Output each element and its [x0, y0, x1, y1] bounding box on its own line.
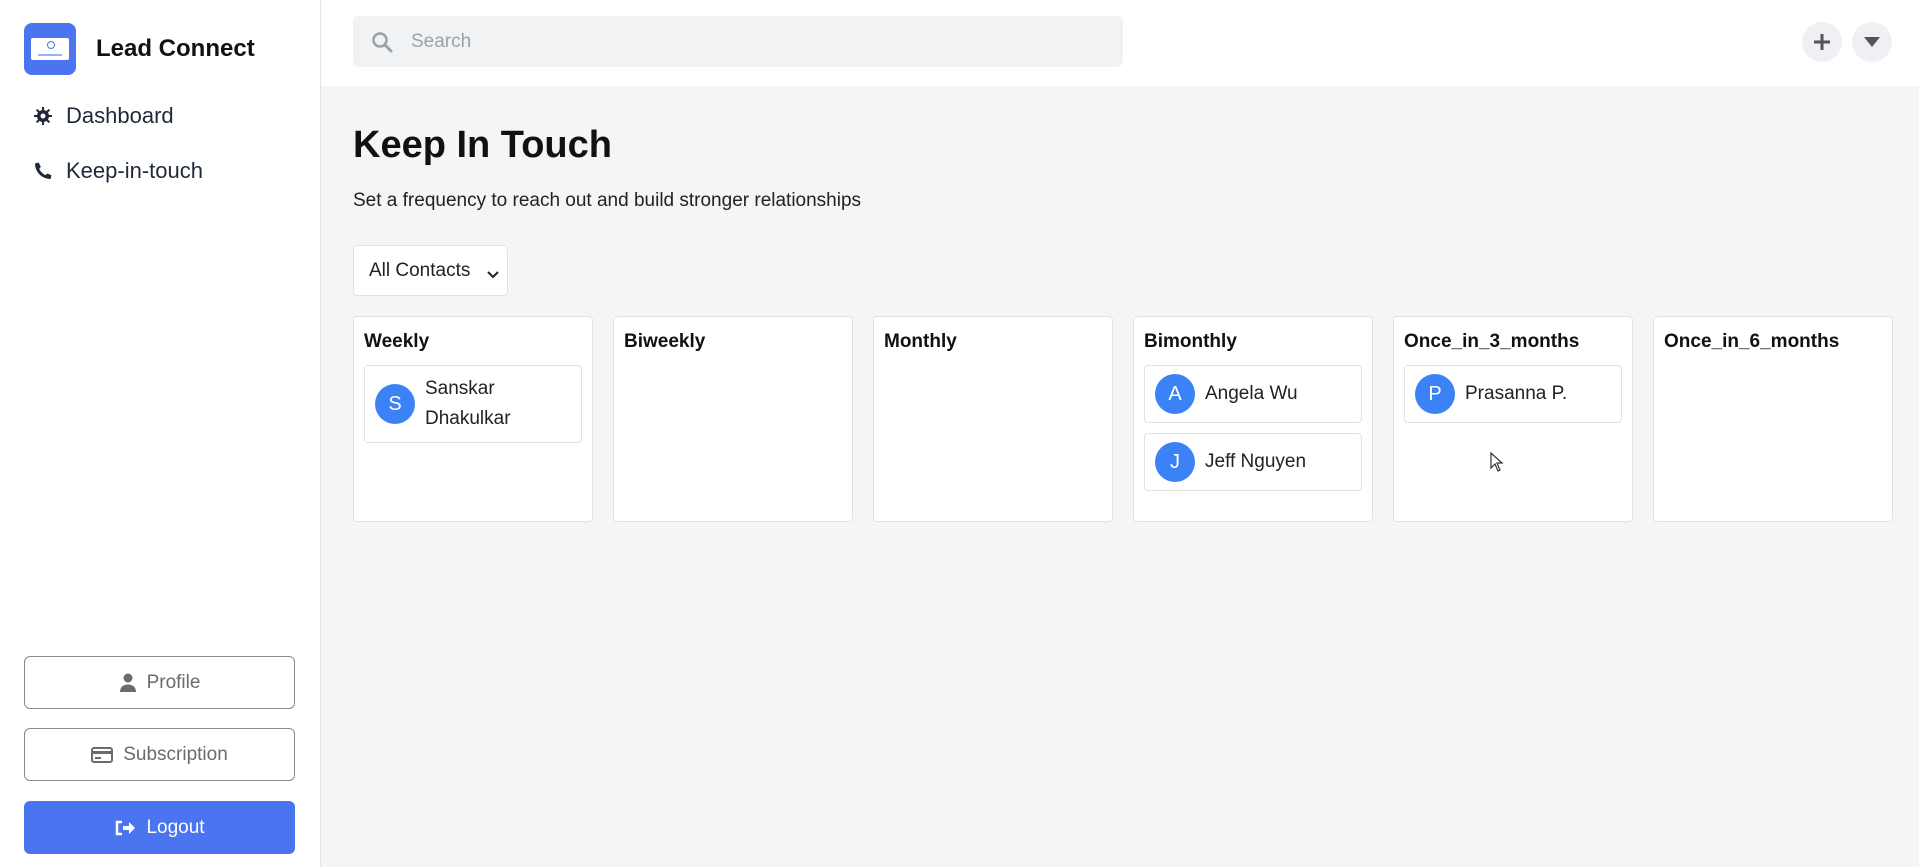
column-biweekly: Biweekly [613, 316, 853, 522]
avatar: A [1155, 374, 1195, 414]
sidebar-item-keep-in-touch[interactable]: Keep-in-touch [32, 155, 203, 187]
column-once-in-6-months: Once_in_6_months [1653, 316, 1893, 522]
contact-card[interactable]: S Sanskar Dhakulkar [364, 365, 582, 443]
contact-card[interactable]: A Angela Wu [1144, 365, 1362, 423]
column-weekly: Weekly S Sanskar Dhakulkar [353, 316, 593, 522]
mouse-pointer-icon [1490, 451, 1504, 477]
main-content: Keep In Touch Set a frequency to reach o… [321, 0, 1919, 867]
column-bimonthly: Bimonthly A Angela Wu J Jeff Nguyen [1133, 316, 1373, 522]
column-title: Once_in_3_months [1404, 331, 1580, 352]
chevron-down-icon [487, 264, 499, 286]
contact-name: Angela Wu [1205, 383, 1298, 404]
avatar: S [375, 384, 415, 424]
gear-icon [32, 105, 54, 127]
phone-icon [32, 160, 54, 182]
frequency-board: Weekly S Sanskar Dhakulkar Biweekly Mont… [353, 316, 1893, 522]
profile-label: Profile [146, 671, 201, 693]
contact-card[interactable]: P Prasanna P. [1404, 365, 1622, 423]
profile-button[interactable]: Profile [24, 656, 295, 709]
caret-down-icon [1864, 37, 1880, 47]
search-icon [371, 31, 393, 53]
column-title: Monthly [884, 331, 957, 352]
search-box[interactable] [353, 16, 1123, 67]
sidebar-item-label: Keep-in-touch [66, 158, 203, 183]
search-input[interactable] [411, 30, 1091, 53]
credit-card-icon [91, 746, 114, 763]
subscription-button[interactable]: Subscription [24, 728, 295, 781]
sidebar: Lead Connect Dashboard Keep-in-touch Pro… [0, 0, 321, 867]
sidebar-nav: Dashboard Keep-in-touch [32, 100, 203, 210]
sign-out-icon [114, 819, 136, 837]
page-subtitle: Set a frequency to reach out and build s… [353, 190, 862, 211]
user-icon [119, 673, 137, 693]
logo-icon [24, 23, 76, 75]
page-title: Keep In Touch [353, 124, 612, 166]
brand[interactable]: Lead Connect [24, 23, 255, 75]
contact-name: Jeff Nguyen [1205, 451, 1307, 472]
app-name: Lead Connect [96, 35, 255, 62]
contacts-filter-select[interactable]: All Contacts [353, 245, 508, 296]
filter-selected-value: All Contacts [369, 259, 471, 281]
avatar: J [1155, 442, 1195, 482]
contact-card[interactable]: J Jeff Nguyen [1144, 433, 1362, 491]
sidebar-item-dashboard[interactable]: Dashboard [32, 100, 203, 132]
avatar: P [1415, 374, 1455, 414]
column-title: Weekly [364, 331, 430, 352]
app-root: Lead Connect Dashboard Keep-in-touch Pro… [0, 0, 1919, 867]
column-title: Biweekly [624, 331, 706, 352]
sidebar-item-label: Dashboard [66, 103, 174, 128]
top-bar [321, 0, 1919, 86]
add-button[interactable] [1802, 22, 1842, 62]
contact-name: Sanskar Dhakulkar [425, 378, 511, 429]
logout-button[interactable]: Logout [24, 801, 295, 854]
contact-name: Prasanna P. [1465, 383, 1568, 404]
column-title: Once_in_6_months [1664, 331, 1840, 352]
column-monthly: Monthly [873, 316, 1113, 522]
column-title: Bimonthly [1144, 331, 1237, 352]
column-once-in-3-months: Once_in_3_months P Prasanna P. [1393, 316, 1633, 522]
subscription-label: Subscription [123, 743, 228, 765]
account-menu-button[interactable] [1852, 22, 1892, 62]
plus-icon [1814, 34, 1830, 50]
logout-label: Logout [146, 816, 205, 838]
